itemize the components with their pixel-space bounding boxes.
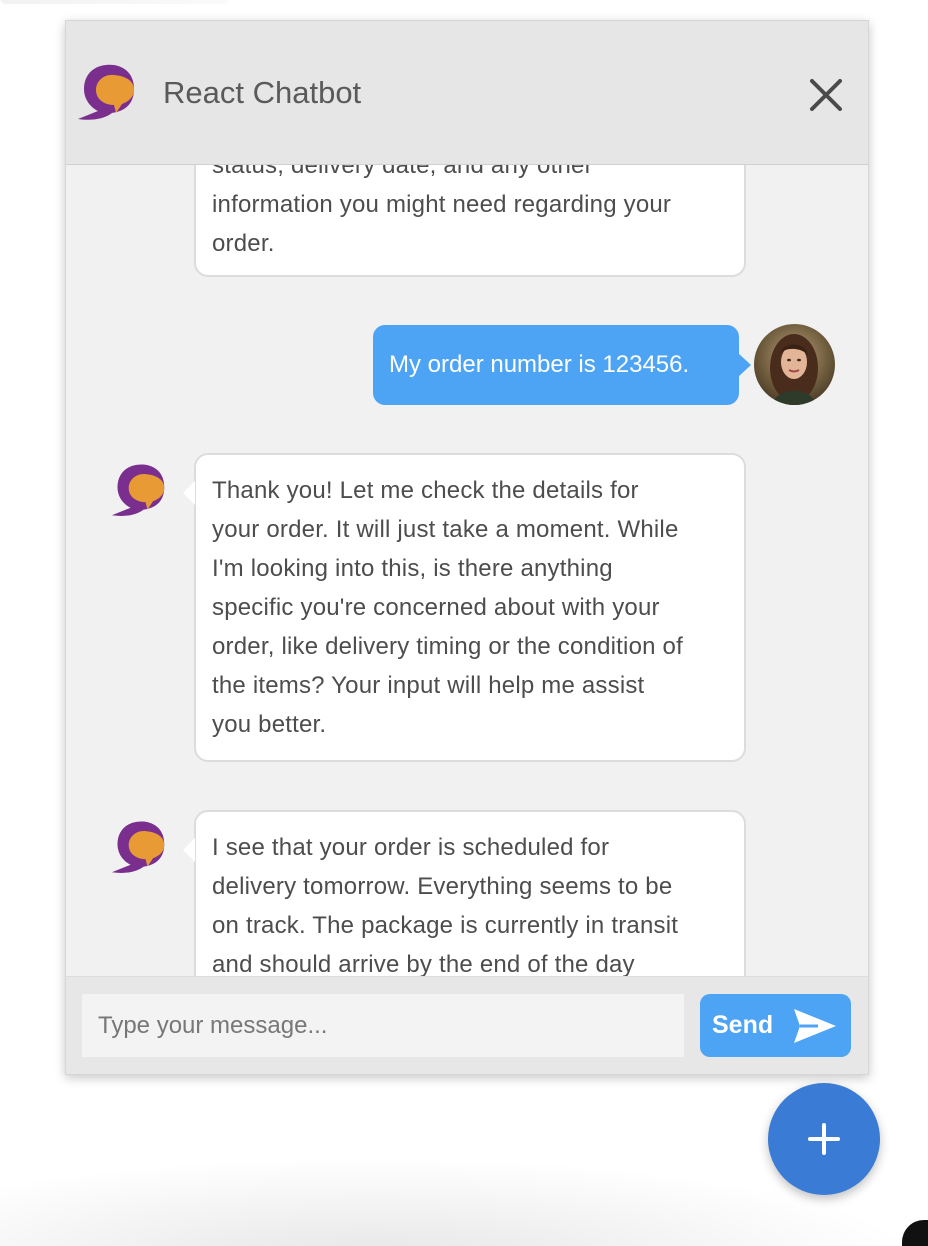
message-line: order, like delivery timing or the condi… bbox=[212, 633, 683, 660]
user-avatar bbox=[754, 324, 835, 405]
message-input[interactable] bbox=[82, 994, 684, 1057]
message-line: information you might need regarding you… bbox=[212, 191, 672, 218]
message-line: delivery tomorrow. Everything seems to b… bbox=[212, 873, 673, 900]
send-button[interactable]: Send bbox=[700, 994, 851, 1057]
chat-header: React Chatbot bbox=[66, 21, 868, 165]
send-button-label: Send bbox=[712, 1011, 774, 1039]
message-line: I see that your order is scheduled for bbox=[212, 834, 610, 861]
message-line: Thank you! Let me check the details for bbox=[212, 477, 639, 504]
message-line: the items? Your input will help me assis… bbox=[212, 672, 645, 699]
bot-message: status, delivery date, and any other inf… bbox=[194, 164, 746, 277]
page: React Chatbot status, delivery date, and… bbox=[0, 0, 928, 1246]
bot-avatar-icon bbox=[111, 464, 165, 516]
message-line: you better. bbox=[212, 711, 327, 738]
chat-title: React Chatbot bbox=[163, 75, 362, 110]
bot-message: I see that your order is scheduled for d… bbox=[183, 810, 746, 976]
close-icon[interactable] bbox=[804, 73, 848, 117]
chat-window: React Chatbot status, delivery date, and… bbox=[65, 20, 869, 1075]
message-line: on track. The package is currently in tr… bbox=[212, 912, 679, 939]
user-avatar-photo bbox=[754, 324, 835, 405]
add-fab-button[interactable] bbox=[768, 1083, 880, 1195]
chat-bubbles-icon bbox=[78, 64, 134, 120]
bot-avatar-icon bbox=[111, 821, 165, 873]
message-line: specific you're concerned about with you… bbox=[212, 594, 660, 621]
message-line: your order. It will just take a moment. … bbox=[212, 516, 679, 543]
user-message: My order number is 123456. bbox=[373, 325, 751, 405]
bot-message: Thank you! Let me check the details for … bbox=[183, 453, 746, 762]
message-line: status, delivery date, and any other bbox=[212, 164, 593, 179]
message-line: and should arrive by the end of the day bbox=[212, 951, 635, 976]
background-shadow bbox=[0, 0, 230, 4]
send-arrow-icon bbox=[794, 1009, 836, 1043]
plus-icon bbox=[808, 1123, 840, 1155]
close-button[interactable] bbox=[804, 73, 848, 117]
message-list[interactable]: status, delivery date, and any other inf… bbox=[66, 164, 868, 976]
message-line: I'm looking into this, is there anything bbox=[212, 555, 613, 582]
message-line: order. bbox=[212, 230, 275, 257]
input-bar: Send bbox=[66, 976, 868, 1074]
